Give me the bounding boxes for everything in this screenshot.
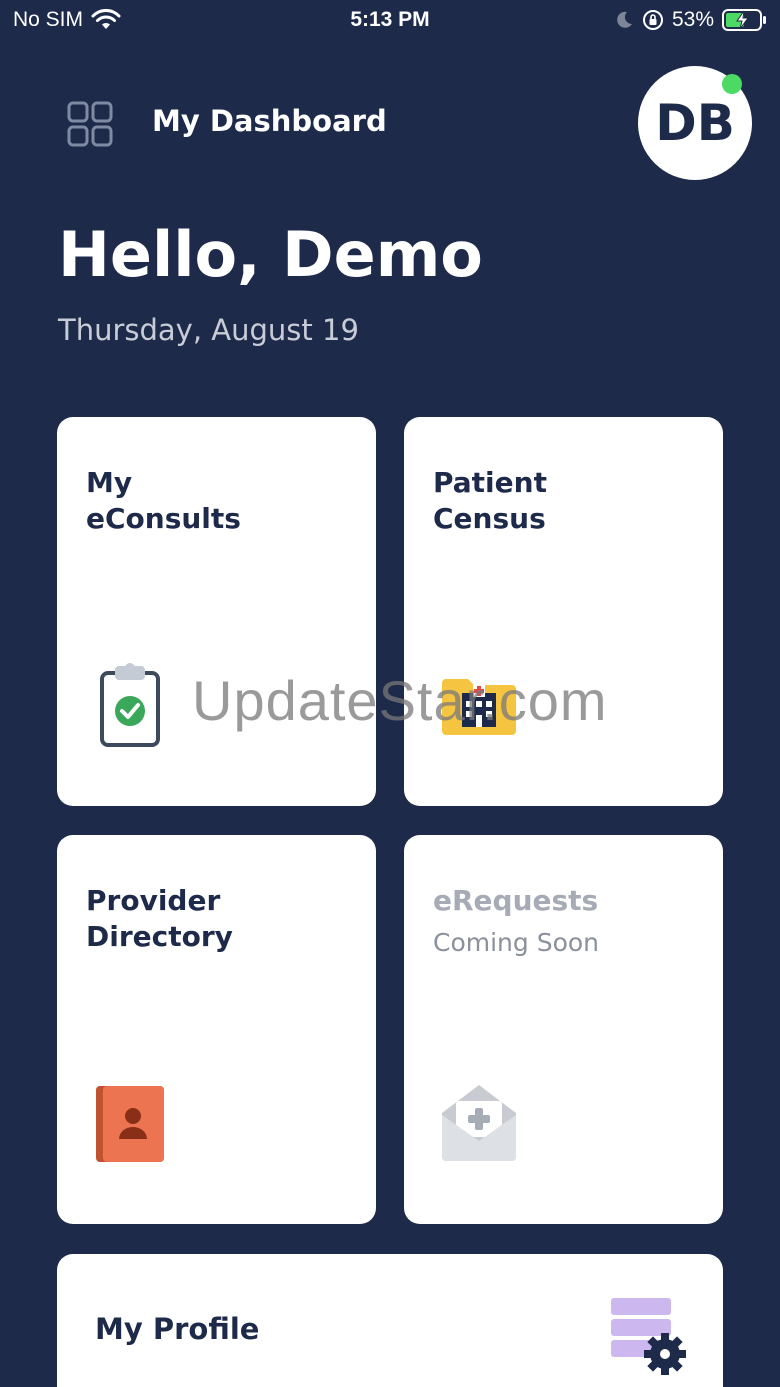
grid-icon bbox=[67, 101, 113, 147]
page-title: My Dashboard bbox=[152, 104, 387, 138]
dashboard-menu-button[interactable] bbox=[66, 100, 114, 148]
current-date: Thursday, August 19 bbox=[58, 313, 359, 347]
avatar-initials: DB bbox=[655, 94, 735, 152]
status-bar: No SIM 5:13 PM 53% bbox=[0, 0, 780, 42]
tile-title: My eConsults bbox=[86, 465, 346, 537]
profile-settings-icon bbox=[611, 1298, 686, 1375]
tile-my-econsults[interactable]: My eConsults bbox=[57, 417, 376, 806]
tile-provider-directory[interactable]: Provider Directory bbox=[57, 835, 376, 1224]
online-status-dot bbox=[722, 74, 742, 94]
tile-title-line: eConsults bbox=[86, 502, 241, 535]
tile-title: eRequests bbox=[433, 884, 599, 917]
contact-book-icon bbox=[96, 1086, 164, 1162]
tile-title-line: Provider bbox=[86, 884, 221, 917]
orientation-lock-icon bbox=[642, 10, 663, 30]
tile-title-line: My bbox=[86, 466, 133, 499]
tile-title-line: Patient bbox=[433, 466, 547, 499]
hospital-folder-icon bbox=[442, 679, 516, 735]
tile-patient-census[interactable]: Patient Census bbox=[404, 417, 723, 806]
battery-charging-icon bbox=[722, 9, 766, 31]
clipboard-check-icon bbox=[100, 663, 160, 747]
coming-soon-label: Coming Soon bbox=[433, 928, 600, 957]
greeting-heading: Hello, Demo bbox=[58, 218, 483, 291]
status-right: 53% bbox=[614, 8, 768, 32]
tile-title-line: Directory bbox=[86, 920, 233, 953]
tile-title: Provider Directory bbox=[86, 883, 346, 955]
profile-title: My Profile bbox=[95, 1312, 260, 1346]
medical-envelope-icon bbox=[442, 1085, 516, 1161]
tile-erequests[interactable]: eRequests Coming Soon bbox=[404, 835, 723, 1224]
my-profile-card[interactable]: My Profile bbox=[57, 1254, 723, 1387]
tile-title: Patient Census bbox=[433, 465, 693, 537]
battery-percent: 53% bbox=[671, 8, 714, 31]
tile-title-line: Census bbox=[433, 502, 546, 535]
moon-icon bbox=[617, 11, 632, 28]
